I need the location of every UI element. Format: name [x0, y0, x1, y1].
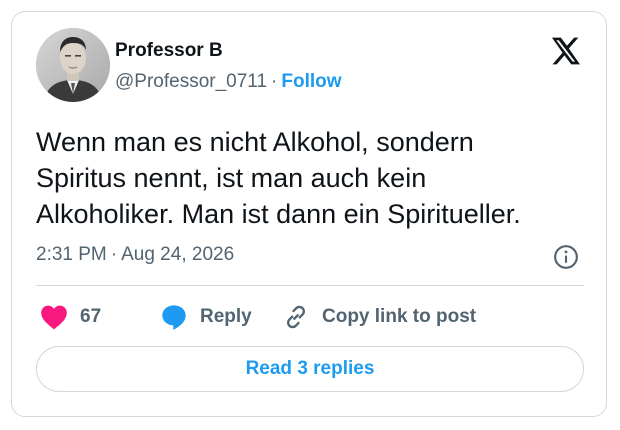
timestamp-time: 2:31 PM [36, 244, 107, 265]
tweet-card: Professor B @Professor_0711 · Follow Wenn … [11, 11, 607, 417]
timestamp-row[interactable]: 2:31 PM · Aug 24, 2026 [36, 244, 234, 266]
author-handle[interactable]: @Professor_0711 [115, 71, 267, 92]
tweet-text-line: Alkoholiker. Man ist dann ein Spirituell… [36, 199, 521, 229]
separator-dot: · [271, 71, 278, 92]
copy-link-button[interactable]: Copy link to post [282, 302, 476, 332]
tweet-text-line: Wenn man es nicht Alkohol, sondern [36, 127, 474, 157]
follow-button[interactable]: Follow [281, 71, 341, 92]
divider [36, 285, 584, 286]
heart-icon [41, 305, 67, 330]
action-bar: 67 Reply Copy link to post [36, 302, 584, 332]
author-name[interactable]: Professor B [115, 40, 223, 62]
x-logo-icon[interactable] [548, 35, 582, 67]
copy-link-label: Copy link to post [322, 306, 477, 327]
reply-button[interactable]: Reply [160, 302, 252, 332]
avatar[interactable] [36, 28, 110, 102]
avatar-photo [36, 28, 110, 102]
read-replies-button[interactable]: Read 3 replies [36, 346, 584, 392]
separator-dot: · [110, 244, 118, 265]
reply-label: Reply [200, 306, 252, 327]
link-icon [286, 305, 306, 329]
tweet-text-line: Spiritus nennt, ist man auch kein [36, 163, 427, 193]
tweet-text: Wenn man es nicht Alkohol, sondern Spiri… [36, 124, 596, 232]
speech-bubble-icon [162, 305, 186, 330]
like-button[interactable]: 67 [40, 302, 101, 332]
info-icon[interactable] [553, 244, 579, 270]
like-count: 67 [80, 306, 102, 327]
timestamp-date: Aug 24, 2026 [121, 244, 235, 265]
author-handle-row: @Professor_0711 · Follow [115, 71, 342, 93]
